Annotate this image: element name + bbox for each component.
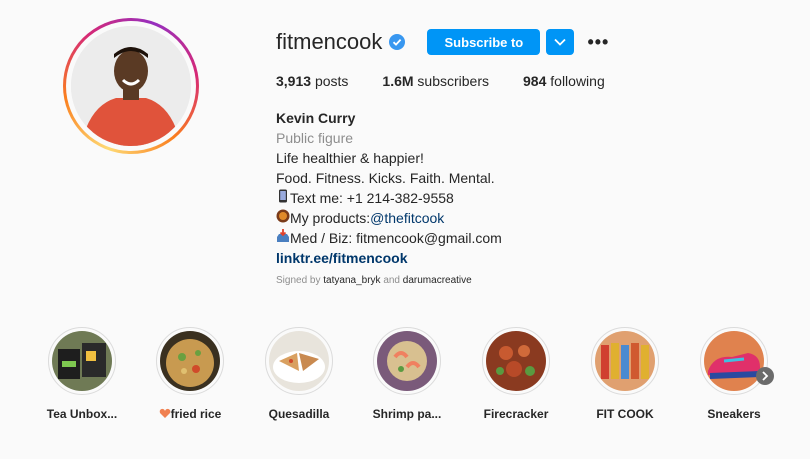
highlight-item[interactable]: Firecracker bbox=[466, 327, 566, 421]
suggested-dropdown-button[interactable] bbox=[546, 29, 575, 55]
products-handle-link[interactable]: @thefitcook bbox=[370, 210, 444, 226]
highlight-label: fried rice bbox=[140, 407, 240, 421]
full-name: Kevin Curry bbox=[276, 110, 356, 126]
signed-by-line: Signed by tatyana_bryk and darumacreativ… bbox=[276, 275, 472, 286]
profile-avatar-ring[interactable] bbox=[63, 18, 199, 154]
highlight-cover bbox=[377, 331, 437, 391]
highlight-item[interactable]: Tea Unbox... bbox=[32, 327, 132, 421]
avatar bbox=[71, 26, 191, 146]
heart-hands-icon bbox=[159, 407, 171, 419]
profile-bio: Kevin Curry Public figure Life healthier… bbox=[276, 108, 502, 268]
highlight-cover bbox=[52, 331, 112, 391]
signed-user-link[interactable]: tatyana_bryk bbox=[323, 275, 380, 286]
bio-products-line: My products:@thefitcook bbox=[276, 208, 502, 228]
inbox-tray-icon bbox=[276, 228, 290, 248]
highlight-item[interactable]: Shrimp pa... bbox=[357, 327, 457, 421]
highlight-cover bbox=[160, 331, 220, 391]
highlight-label: FIT COOK bbox=[596, 407, 654, 421]
stat-posts: 3,913 posts bbox=[276, 73, 349, 89]
stat-subscribers[interactable]: 1.6M subscribers bbox=[382, 73, 489, 89]
highlights-next-button[interactable] bbox=[756, 367, 774, 385]
food-bowl-icon bbox=[276, 208, 290, 228]
external-link[interactable]: linktr.ee/fitmencook bbox=[276, 250, 407, 266]
highlight-cover bbox=[486, 331, 546, 391]
highlight-item[interactable]: fried rice bbox=[140, 327, 240, 421]
highlight-cover bbox=[704, 331, 764, 391]
highlight-label: Tea Unbox... bbox=[46, 407, 118, 421]
bio-line: Food. Fitness. Kicks. Faith. Mental. bbox=[276, 170, 495, 186]
story-highlights: Tea Unbox... fried rice Quesadilla Shrim… bbox=[0, 327, 810, 427]
highlight-label: Sneakers bbox=[707, 407, 761, 421]
highlight-label: Firecracker bbox=[483, 407, 549, 421]
bio-biz-line: Med / Biz: fitmencook@gmail.com bbox=[276, 228, 502, 248]
chevron-right-icon bbox=[762, 371, 769, 381]
highlight-cover bbox=[595, 331, 655, 391]
highlight-item[interactable]: Quesadilla bbox=[249, 327, 349, 421]
stat-following[interactable]: 984 following bbox=[523, 73, 605, 89]
profile-stats: 3,913 posts 1.6M subscribers 984 followi… bbox=[276, 73, 639, 89]
highlight-label: Shrimp pa... bbox=[372, 407, 442, 421]
username: fitmencook bbox=[276, 29, 383, 54]
subscribe-button[interactable]: Subscribe to bbox=[427, 29, 541, 55]
chevron-down-icon bbox=[554, 38, 567, 46]
phone-icon bbox=[276, 188, 290, 208]
signed-user-link[interactable]: darumacreative bbox=[403, 275, 472, 286]
avatar-portrait bbox=[71, 26, 191, 146]
bio-phone-line: Text me: +1 214-382-9558 bbox=[276, 188, 502, 208]
highlight-cover bbox=[269, 331, 329, 391]
category-label: Public figure bbox=[276, 130, 354, 146]
highlight-label: Quesadilla bbox=[268, 407, 330, 421]
bio-line: Life healthier & happier! bbox=[276, 150, 424, 166]
profile-header: fitmencook Subscribe to ••• bbox=[276, 28, 610, 56]
highlight-item[interactable]: FIT COOK bbox=[575, 327, 675, 421]
verified-badge-icon bbox=[389, 34, 406, 50]
more-options-button[interactable]: ••• bbox=[586, 30, 610, 54]
